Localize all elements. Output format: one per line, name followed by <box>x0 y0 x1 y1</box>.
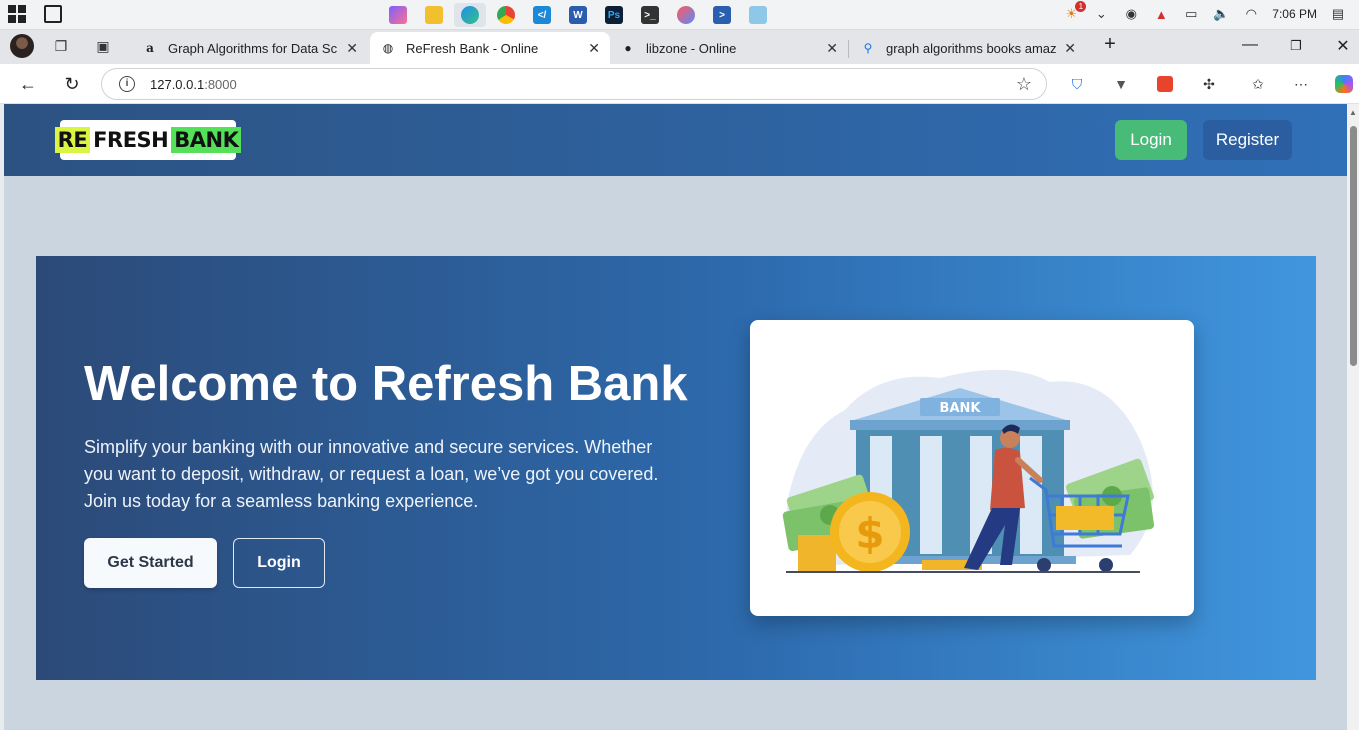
hero-title: Welcome to Refresh Bank <box>84 357 688 411</box>
hero-login-button[interactable]: Login <box>233 538 325 588</box>
scrollbar-thumb[interactable] <box>1350 126 1357 366</box>
hero-section: Welcome to Refresh Bank Simplify your ba… <box>36 256 1316 680</box>
minimize-button[interactable]: — <box>1240 36 1260 54</box>
new-tab-button[interactable]: + <box>1100 33 1120 56</box>
url-text[interactable]: 127.0.0.1:8000 <box>150 77 237 92</box>
web-page: RE FRESH BANK Login Register Welcome to Re… <box>4 104 1347 730</box>
refresh-bank-logo[interactable]: RE FRESH BANK <box>54 120 242 160</box>
powershell-app-icon[interactable]: > <box>706 3 738 27</box>
dollar-coin-symbol: $ <box>855 509 884 558</box>
address-bar-row: ← ↻ i 127.0.0.1:8000 ☆ ⛉ ▼ ✣ ✩ ⋯ <box>0 64 1359 104</box>
extensions-puzzle-icon[interactable]: ✣ <box>1199 74 1219 94</box>
battery-icon[interactable]: ▭ <box>1182 5 1200 23</box>
tab-actions-icon[interactable]: ▣ <box>94 37 112 55</box>
browser-tab-strip: ❐ ▣ a Graph Algorithms for Data Scienc ✕… <box>0 30 1359 64</box>
record-icon[interactable]: ◉ <box>1122 5 1140 23</box>
volume-icon[interactable]: 🔈 <box>1212 5 1230 23</box>
extension-icon[interactable]: ▼ <box>1111 74 1131 94</box>
pdf-icon[interactable]: ▲ <box>1152 5 1170 23</box>
chrome-app-icon[interactable] <box>490 3 522 27</box>
notepad-app-icon[interactable] <box>742 3 774 27</box>
address-bar[interactable]: i 127.0.0.1:8000 ☆ <box>101 68 1047 100</box>
more-menu-icon[interactable]: ⋯ <box>1291 74 1311 94</box>
close-icon[interactable]: ✕ <box>346 40 358 57</box>
tab-refresh-bank[interactable]: ◍ ReFresh Bank - Online ✕ <box>370 32 610 64</box>
clock[interactable]: 7:06 PM <box>1272 7 1317 21</box>
windows-taskbar: </ W Ps >_ > ☀ 1 ⌄ ◉ ▲ ▭ 🔈 ◠ 7:06 PM ▤ <box>0 0 1359 30</box>
workspaces-icon[interactable]: ❐ <box>52 37 70 55</box>
wifi-icon[interactable]: ◠ <box>1242 5 1260 23</box>
favorite-star-icon[interactable]: ☆ <box>1016 74 1032 95</box>
terminal-app-icon[interactable]: >_ <box>634 3 666 27</box>
photoshop-app-icon[interactable]: Ps <box>598 3 630 27</box>
restore-button[interactable]: ❐ <box>1286 38 1306 54</box>
site-info-icon[interactable]: i <box>119 76 135 92</box>
tab-amazon[interactable]: a Graph Algorithms for Data Scienc ✕ <box>132 32 368 64</box>
search-icon: ⚲ <box>863 41 873 55</box>
word-app-icon[interactable]: W <box>562 3 594 27</box>
close-window-button[interactable]: ✕ <box>1333 36 1353 56</box>
libzone-icon: ● <box>624 41 632 55</box>
tab-libzone[interactable]: ● libzone - Online ✕ <box>610 32 848 64</box>
copilot-icon[interactable] <box>1334 74 1354 94</box>
close-icon[interactable]: ✕ <box>826 40 838 57</box>
windows-start-icon[interactable] <box>8 5 26 23</box>
back-icon[interactable]: ← <box>17 73 39 95</box>
shield-extension-icon[interactable]: ⛉ <box>1067 74 1087 94</box>
amazon-icon: a <box>146 41 154 55</box>
bank-sign-text: BANK <box>940 401 982 416</box>
nav-login-button[interactable]: Login <box>1115 120 1187 160</box>
task-view-icon[interactable] <box>44 5 62 23</box>
close-icon[interactable]: ✕ <box>588 40 600 57</box>
copilot-app-icon[interactable] <box>382 3 414 27</box>
bank-illustration: BANK $ <box>782 369 1155 573</box>
favorites-icon[interactable]: ✩ <box>1248 74 1268 94</box>
profile-avatar[interactable] <box>10 34 34 58</box>
refresh-icon[interactable]: ↻ <box>61 73 83 95</box>
page-scrollbar[interactable]: ▲ <box>1347 104 1359 730</box>
bank-illustration-card: BANK $ <box>750 320 1194 616</box>
get-started-button[interactable]: Get Started <box>84 538 217 588</box>
notification-badge: 1 <box>1075 1 1087 12</box>
edge-app-icon[interactable] <box>454 3 486 27</box>
extension-red-icon[interactable] <box>1155 74 1175 94</box>
hero-description: Simplify your banking with our innovativ… <box>84 437 659 511</box>
file-explorer-app-icon[interactable] <box>418 3 450 27</box>
notifications-icon[interactable]: ▤ <box>1329 5 1347 23</box>
weather-icon[interactable]: ☀ 1 <box>1062 1 1087 23</box>
globe-icon: ◍ <box>382 41 394 55</box>
chevron-up-icon[interactable]: ⌄ <box>1092 5 1110 23</box>
vscode-app-icon[interactable]: </ <box>526 3 558 27</box>
paint-app-icon[interactable] <box>670 3 702 27</box>
tab-search[interactable]: ⚲ graph algorithms books amazon - ✕ <box>850 32 1086 64</box>
nav-register-button[interactable]: Register <box>1203 120 1292 160</box>
scroll-up-icon[interactable]: ▲ <box>1349 108 1357 117</box>
close-icon[interactable]: ✕ <box>1064 40 1076 57</box>
site-navbar: RE FRESH BANK Login Register <box>4 104 1347 176</box>
